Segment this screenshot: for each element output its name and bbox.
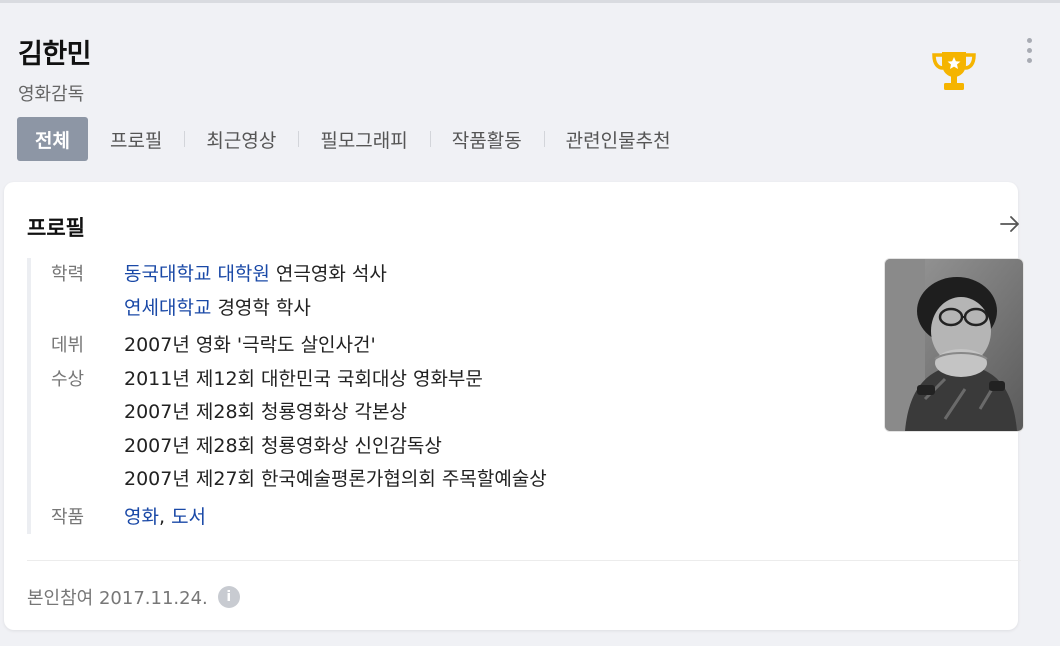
profile-card: 프로필 학력 동국대학교 대학원 연극영화 석사 연세대학교 경영학 학사 데뷔… — [4, 182, 1024, 630]
profile-card-title: 프로필 — [27, 216, 85, 240]
school-link[interactable]: 연세대학교 — [124, 297, 211, 319]
award-item: 2007년 제28회 청룡영화상 각본상 — [124, 401, 407, 423]
tab-recent-videos[interactable]: 최근영상 — [184, 117, 298, 161]
tab-filmography[interactable]: 필모그래피 — [298, 117, 429, 161]
awards-row: 수상 2011년 제12회 대한민국 국회대상 영화부문 2007년 제28회 … — [31, 363, 811, 497]
works-books-link[interactable]: 도서 — [171, 506, 206, 528]
debut-row: 데뷔 2007년 영화 '극락도 살인사건' — [31, 329, 811, 363]
education-detail: 연극영화 석사 — [269, 263, 387, 285]
education-item: 동국대학교 대학원 연극영화 석사 — [124, 258, 811, 292]
tab-profile[interactable]: 프로필 — [88, 117, 184, 161]
tab-works[interactable]: 작품활동 — [429, 117, 544, 161]
info-icon[interactable]: i — [217, 586, 240, 608]
education-detail: 경영학 학사 — [211, 296, 311, 319]
trophy-icon[interactable] — [928, 46, 980, 94]
award-item: 2007년 제27회 한국예술평론가협의회 주목할예술상 — [124, 468, 547, 490]
works-row: 작품 영화, 도서 — [31, 501, 811, 535]
works-value: 영화, 도서 — [124, 501, 811, 535]
arrow-right-icon[interactable] — [998, 212, 1022, 236]
award-item: 2007년 제28회 청룡영화상 신인감독상 — [124, 434, 442, 457]
profile-photo[interactable] — [884, 258, 1024, 432]
card-footer: 본인참여 2017.11.24. i — [27, 584, 240, 610]
education-label: 학력 — [51, 264, 85, 285]
card-divider — [27, 560, 1021, 561]
debut-value: 2007년 영화 '극락도 살인사건' — [124, 334, 376, 356]
works-film-link[interactable]: 영화 — [124, 506, 159, 528]
education-row: 학력 동국대학교 대학원 연극영화 석사 연세대학교 경영학 학사 — [31, 258, 811, 325]
award-item: 2011년 제12회 대한민국 국회대상 영화부문 — [124, 367, 483, 390]
more-options-icon[interactable] — [1016, 34, 1042, 66]
education-item: 연세대학교 경영학 학사 — [124, 292, 811, 326]
works-separator: , — [158, 505, 172, 528]
tab-all[interactable]: 전체 — [17, 117, 88, 161]
profile-info-list: 학력 동국대학교 대학원 연극영화 석사 연세대학교 경영학 학사 데뷔 200… — [27, 258, 811, 534]
awards-label: 수상 — [51, 368, 85, 390]
works-label: 작품 — [51, 506, 85, 528]
school-link[interactable]: 동국대학교 대학원 — [124, 263, 270, 285]
top-border — [0, 0, 1060, 3]
page-title: 김한민 — [18, 39, 92, 70]
debut-label: 데뷔 — [51, 335, 85, 356]
occupation-subtitle: 영화감독 — [18, 84, 85, 105]
tab-related-people[interactable]: 관련인물추천 — [543, 117, 693, 161]
self-participation-date: 본인참여 2017.11.24. — [27, 588, 208, 609]
tab-bar: 전체 프로필 최근영상 필모그래피 작품활동 관련인물추천 — [17, 117, 693, 161]
